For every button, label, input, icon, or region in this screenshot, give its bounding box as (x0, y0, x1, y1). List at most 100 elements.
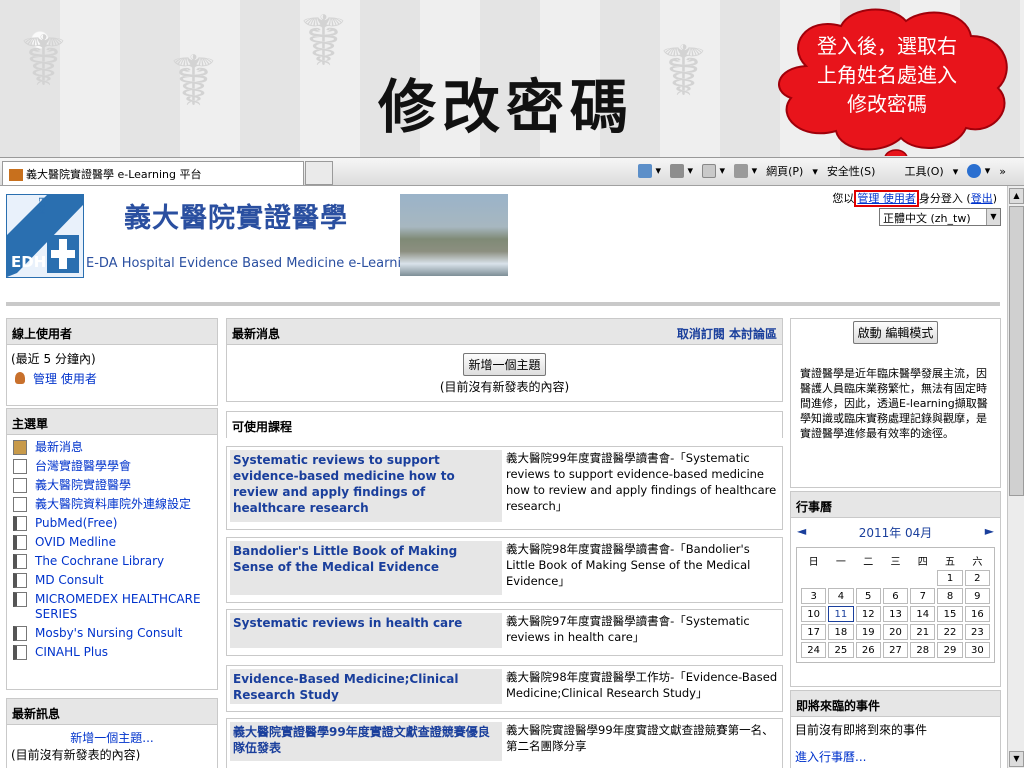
calendar-day[interactable]: 18 (828, 624, 854, 640)
page-menu[interactable]: 網頁(P) (766, 163, 803, 179)
logo-side-text: EBM (37, 197, 46, 215)
main-menu-item-label[interactable]: 義大醫院資料庫院外連線設定 (35, 497, 191, 512)
help-icon[interactable]: ▾ (967, 164, 990, 178)
calendar-day[interactable]: 15 (937, 606, 963, 622)
calendar-day[interactable]: 26 (855, 642, 881, 658)
main-menu-item-label[interactable]: CINAHL Plus (35, 645, 108, 660)
course-name-link[interactable]: 義大醫院實證醫學99年度實證文獻查證競賽優良隊伍發表 (230, 722, 502, 761)
print-icon[interactable]: ▾ (734, 164, 757, 178)
unsubscribe-link[interactable]: 取消訂閱 本討論區 (677, 325, 777, 341)
main-menu-item-label[interactable]: MD Consult (35, 573, 104, 588)
main-menu-item[interactable]: MD Consult (13, 573, 211, 588)
logout-link[interactable]: 登出 (971, 192, 993, 205)
online-user-link[interactable]: 管理 使用者 (33, 372, 97, 387)
calendar-weekday: 四 (917, 556, 928, 568)
open-calendar-link[interactable]: 進入行事曆... (791, 742, 1000, 765)
add-topic-link[interactable]: 新增一個主題... (11, 729, 213, 746)
scroll-up-icon[interactable]: ▲ (1009, 188, 1024, 204)
calendar-weekday: 二 (863, 556, 874, 568)
site-logo[interactable]: EDH EBM (6, 194, 84, 278)
main-menu-item-label[interactable]: 最新消息 (35, 440, 83, 455)
calendar-day[interactable]: 9 (964, 588, 990, 604)
calendar-day[interactable]: 11 (828, 606, 854, 622)
main-menu-item-label[interactable]: 台灣實證醫學學會 (35, 459, 131, 474)
calendar-day[interactable]: 5 (855, 588, 881, 604)
calendar-day[interactable]: 23 (964, 624, 990, 640)
main-menu-item-label[interactable]: Mosby's Nursing Consult (35, 626, 182, 641)
calendar-day[interactable]: 2 (964, 570, 990, 586)
calendar-day[interactable]: 28 (910, 642, 936, 658)
add-topic-button[interactable]: 新增一個主題 (463, 353, 546, 376)
calendar-day[interactable]: 16 (964, 606, 990, 622)
calendar-day[interactable]: 19 (855, 624, 881, 640)
vertical-scrollbar[interactable]: ▲ ▼ (1007, 186, 1024, 768)
calendar-day[interactable]: 4 (828, 588, 854, 604)
feeds-icon[interactable]: ▾ (670, 164, 693, 178)
main-menu-item-label[interactable]: PubMed(Free) (35, 516, 117, 531)
calendar-day[interactable]: 17 (801, 624, 827, 640)
calendar-day[interactable]: 7 (910, 588, 936, 604)
main-menu-item[interactable]: MICROMEDEX HEALTHCARE SERIES (13, 592, 211, 622)
calendar-day[interactable]: 30 (964, 642, 990, 658)
main-menu-item[interactable]: Mosby's Nursing Consult (13, 626, 211, 641)
page-icon (13, 497, 27, 512)
main-menu-item[interactable]: 最新消息 (13, 440, 211, 455)
block-title: 即將來臨的事件 (791, 691, 1000, 717)
calendar-day[interactable]: 22 (937, 624, 963, 640)
safety-menu[interactable]: 安全性(S) (827, 163, 876, 179)
course-name-link[interactable]: Systematic reviews in health care (230, 613, 502, 648)
slide-title: 修改密碼 (378, 73, 635, 141)
main-menu-item[interactable]: CINAHL Plus (13, 645, 211, 660)
calendar-empty-cell (883, 570, 908, 586)
course-name-link[interactable]: Evidence-Based Medicine;Clinical Researc… (230, 669, 502, 704)
browser-tab[interactable]: 義大醫院實證醫學 e-Learning 平台 (2, 161, 304, 185)
calendar-day[interactable]: 20 (882, 624, 909, 640)
next-month-button[interactable]: ► (985, 524, 994, 541)
calendar-day[interactable]: 8 (937, 588, 963, 604)
calendar-day[interactable]: 10 (801, 606, 827, 622)
user-profile-link[interactable]: 管理 使用者 (857, 192, 916, 205)
main-menu-item-label[interactable]: The Cochrane Library (35, 554, 164, 569)
more-toolbar-button[interactable]: » (999, 165, 1006, 178)
calendar-day[interactable]: 14 (910, 606, 936, 622)
news-forum-block: 最新消息 取消訂閱 本討論區 新增一個主題 (目前沒有新發表的內容) (226, 318, 783, 402)
main-menu-item-label[interactable]: 義大醫院實證醫學 (35, 478, 131, 493)
calendar-day[interactable]: 24 (801, 642, 827, 658)
calendar-day[interactable]: 12 (855, 606, 881, 622)
tools-menu[interactable]: 工具(O) (904, 163, 943, 179)
edit-mode-block: 啟動 編輯模式 實證醫學是近年臨床醫學發展主流，因醫護人員臨床業務繁忙，無法有固… (790, 318, 1001, 488)
main-menu-item[interactable]: The Cochrane Library (13, 554, 211, 569)
home-icon[interactable]: ▾ (638, 164, 661, 178)
main-menu-item-label[interactable]: OVID Medline (35, 535, 116, 550)
calendar-day[interactable]: 21 (910, 624, 936, 640)
scroll-down-icon[interactable]: ▼ (1009, 751, 1024, 767)
course-name-link[interactable]: Systematic reviews to support evidence-b… (230, 450, 502, 522)
course-item: Systematic reviews to support evidence-b… (226, 446, 783, 530)
prev-month-button[interactable]: ◄ (797, 524, 806, 541)
course-name-link[interactable]: Bandolier's Little Book of Making Sense … (230, 541, 502, 595)
main-menu-item-label[interactable]: MICROMEDEX HEALTHCARE SERIES (35, 592, 211, 622)
main-menu-item[interactable]: PubMed(Free) (13, 516, 211, 531)
login-info: 您以 管理 使用者 身分登入 (登出) (832, 190, 997, 207)
calendar-weekday: 六 (972, 556, 983, 568)
calendar-day[interactable]: 29 (937, 642, 963, 658)
main-menu-item[interactable]: 台灣實證醫學學會 (13, 459, 211, 474)
edit-mode-button[interactable]: 啟動 編輯模式 (852, 321, 939, 344)
scroll-thumb[interactable] (1009, 206, 1024, 496)
mail-icon[interactable]: ▾ (702, 164, 725, 178)
main-menu-item[interactable]: OVID Medline (13, 535, 211, 550)
course-item: Evidence-Based Medicine;Clinical Researc… (226, 665, 783, 712)
calendar-day[interactable]: 27 (882, 642, 909, 658)
calendar-day[interactable]: 13 (882, 606, 909, 622)
main-menu-item[interactable]: 義大醫院資料庫院外連線設定 (13, 497, 211, 512)
language-select[interactable]: 正體中文 (zh_tw) ▼ (879, 208, 1001, 226)
calendar-day[interactable]: 3 (801, 588, 827, 604)
calendar-day[interactable]: 1 (937, 570, 963, 586)
calendar-day[interactable]: 6 (882, 588, 909, 604)
main-menu-item[interactable]: 義大醫院實證醫學 (13, 478, 211, 493)
calendar-day[interactable]: 25 (828, 642, 854, 658)
new-tab-button[interactable] (305, 161, 333, 185)
highlight-box: 管理 使用者 (854, 190, 919, 207)
course-description: 義大醫院98年度實證醫學工作坊-「Evidence-Based Medicine… (506, 670, 778, 700)
news-forum-empty: (目前沒有新發表的內容) (439, 380, 570, 394)
